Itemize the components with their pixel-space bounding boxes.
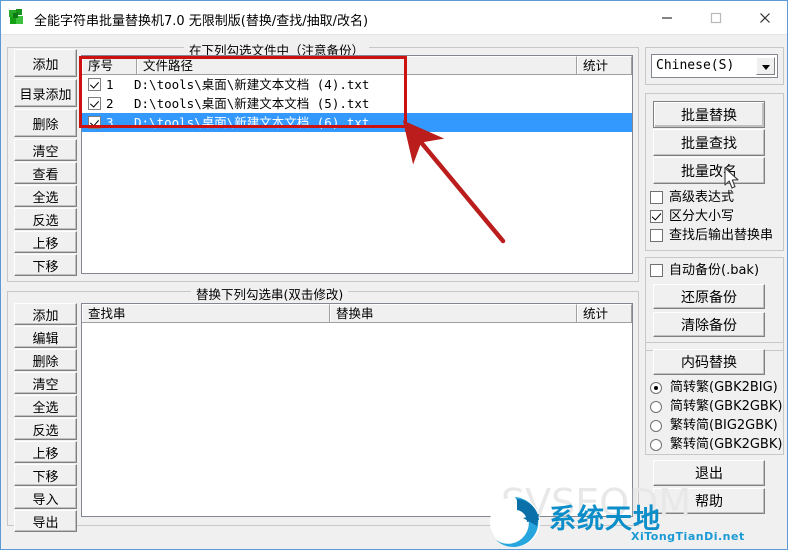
string-list-header: 查找串 替换串 统计 <box>82 304 632 323</box>
chevron-down-icon[interactable] <box>756 57 775 75</box>
string-list-body[interactable] <box>82 323 632 516</box>
radio-gbk2gbk-t2s[interactable]: 繁转简(GBK2GBK) <box>649 437 782 453</box>
file-list-row[interactable]: 1 D:\tools\桌面\新建文本文档 (4).txt <box>82 75 632 94</box>
string-list-view[interactable]: 查找串 替换串 统计 <box>81 303 633 517</box>
file-row-index: 3 <box>106 115 114 130</box>
file-select-all-button[interactable]: 全选 <box>14 185 77 207</box>
help-button[interactable]: 帮助 <box>653 488 765 514</box>
file-clear-button[interactable]: 清空 <box>14 139 77 161</box>
batch-rename-button[interactable]: 批量改名 <box>653 157 765 184</box>
file-row-path: D:\tools\桌面\新建文本文档 (6).txt <box>134 115 370 130</box>
file-row-index: 2 <box>106 96 114 111</box>
string-clear-button[interactable]: 清空 <box>14 372 77 394</box>
file-row-checkbox[interactable] <box>88 97 101 110</box>
advanced-expression-checkbox[interactable]: 高级表达式 <box>649 190 734 206</box>
file-row-checkbox[interactable] <box>88 116 101 129</box>
language-combo-value: Chinese(S) <box>656 58 735 73</box>
window-title: 全能字符串批量替换机7.0 无限制版(替换/查找/抽取/改名) <box>34 14 369 29</box>
file-list-body[interactable]: 1 D:\tools\桌面\新建文本文档 (4).txt 2 D:\tools\桌面\… <box>82 75 632 273</box>
file-list-row[interactable]: 2 D:\tools\桌面\新建文本文档 (5).txt <box>82 94 632 113</box>
radio-big2gbk[interactable]: 繁转简(BIG2GBK) <box>649 418 778 434</box>
string-col-stat[interactable]: 统计 <box>577 304 632 322</box>
file-delete-button[interactable]: 删除 <box>14 109 77 137</box>
encoding-replace-button[interactable]: 内码替换 <box>653 349 765 375</box>
file-col-path[interactable]: 文件路径 <box>137 56 577 74</box>
output-replace-string-checkbox[interactable]: 查找后输出替换串 <box>649 228 773 244</box>
file-list-view[interactable]: 序号 文件路径 统计 1 D:\tools\桌面\新建文本文档 (4).txt 2 D… <box>81 55 633 274</box>
minimize-button[interactable] <box>644 1 689 35</box>
app-green-icon <box>9 9 27 27</box>
file-move-down-button[interactable]: 下移 <box>14 254 77 276</box>
clear-backup-button[interactable]: 清除备份 <box>653 312 765 337</box>
batch-replace-button[interactable]: 批量替换 <box>653 101 765 128</box>
file-move-up-button[interactable]: 上移 <box>14 231 77 253</box>
restore-backup-button[interactable]: 还原备份 <box>653 284 765 309</box>
string-group-title: 替换下列勾选串(双击修改) <box>191 284 349 303</box>
radio-gbk2gbk-s2t[interactable]: 简转繁(GBK2GBK) <box>649 399 782 415</box>
string-select-all-button[interactable]: 全选 <box>14 395 77 417</box>
window-controls <box>644 1 787 35</box>
title-bar: 全能字符串批量替换机7.0 无限制版(替换/查找/抽取/改名) <box>1 1 787 35</box>
string-export-button[interactable]: 导出 <box>14 510 77 532</box>
file-col-stat[interactable]: 统计 <box>577 56 632 74</box>
radio-gbk2big[interactable]: 简转繁(GBK2BIG) <box>649 380 778 396</box>
file-list-row[interactable]: 3 D:\tools\桌面\新建文本文档 (6).txt <box>82 113 632 132</box>
string-add-button[interactable]: 添加 <box>14 303 77 325</box>
string-col-find[interactable]: 查找串 <box>82 304 330 322</box>
string-edit-button[interactable]: 编辑 <box>14 326 77 348</box>
close-button[interactable] <box>742 1 787 35</box>
string-invert-select-button[interactable]: 反选 <box>14 418 77 440</box>
file-row-path: D:\tools\桌面\新建文本文档 (5).txt <box>134 96 370 111</box>
app-window: 全能字符串批量替换机7.0 无限制版(替换/查找/抽取/改名) 在下列勾选文件中… <box>0 0 788 550</box>
maximize-button[interactable] <box>693 1 738 35</box>
file-invert-select-button[interactable]: 反选 <box>14 208 77 230</box>
auto-backup-checkbox[interactable]: 自动备份(.bak) <box>649 263 759 279</box>
file-view-button[interactable]: 查看 <box>14 162 77 184</box>
file-row-checkbox[interactable] <box>88 78 101 91</box>
language-combo[interactable]: Chinese(S) <box>651 54 778 78</box>
string-move-up-button[interactable]: 上移 <box>14 441 77 463</box>
file-add-button[interactable]: 添加 <box>14 49 77 77</box>
batch-find-button[interactable]: 批量查找 <box>653 129 765 156</box>
file-add-dir-button[interactable]: 目录添加 <box>14 79 77 107</box>
case-sensitive-checkbox[interactable]: 区分大小写 <box>649 209 734 225</box>
watermark-url-text: XiTongTianDi.net <box>631 530 745 543</box>
string-col-replace[interactable]: 替换串 <box>330 304 577 322</box>
exit-button[interactable]: 退出 <box>653 460 765 486</box>
string-move-down-button[interactable]: 下移 <box>14 464 77 486</box>
string-delete-button[interactable]: 删除 <box>14 349 77 371</box>
string-import-button[interactable]: 导入 <box>14 487 77 509</box>
file-row-index: 1 <box>106 77 114 92</box>
file-row-path: D:\tools\桌面\新建文本文档 (4).txt <box>134 77 370 92</box>
file-list-header: 序号 文件路径 统计 <box>82 56 632 75</box>
file-col-index[interactable]: 序号 <box>82 56 137 74</box>
